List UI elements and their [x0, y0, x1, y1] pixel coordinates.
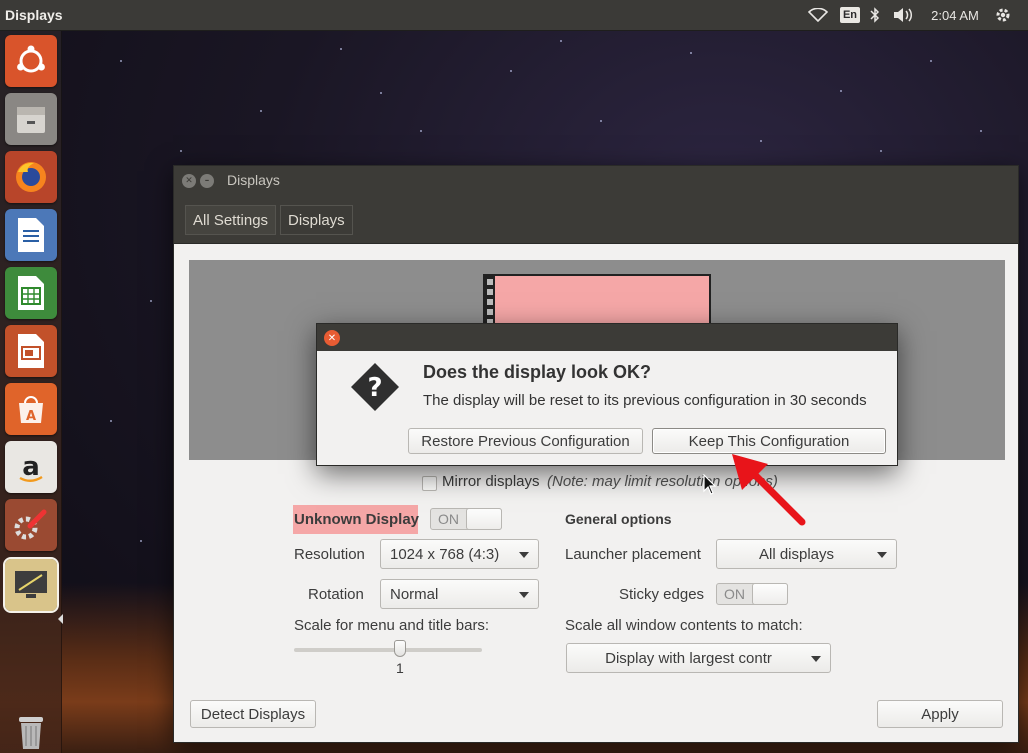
svg-text:?: ? — [367, 373, 382, 403]
impress-icon[interactable] — [5, 325, 57, 377]
mirror-displays-label: Mirror displays — [442, 473, 540, 490]
rotation-value: Normal — [390, 585, 439, 603]
window-title: Displays — [227, 172, 280, 188]
detect-displays-button[interactable]: Detect Displays — [190, 700, 316, 728]
confirm-display-dialog: ✕ ? Does the display look OK? The displa… — [316, 323, 898, 466]
launcher-placement-value: All displays — [758, 545, 835, 563]
display-power-switch[interactable]: ON — [430, 508, 502, 530]
window-toolbar: All Settings Displays — [174, 196, 1018, 244]
launcher-active-indicator — [58, 614, 63, 624]
chevron-down-icon — [519, 592, 529, 598]
system-settings-icon[interactable] — [5, 499, 57, 551]
breadcrumb-displays[interactable]: Displays — [280, 205, 353, 235]
dialog-titlebar: ✕ — [317, 324, 897, 351]
display-power-switch-knob — [466, 508, 502, 530]
gear-icon[interactable] — [992, 5, 1014, 25]
keyboard-layout-label: En — [839, 7, 861, 23]
active-app-title: Displays — [5, 7, 63, 23]
launcher-placement-select[interactable]: All displays — [716, 539, 897, 569]
mouse-cursor-icon — [703, 473, 717, 500]
minimize-window-button[interactable]: – — [200, 174, 214, 188]
dialog-message: The display will be reset to its previou… — [423, 392, 867, 409]
resolution-value: 1024 x 768 (4:3) — [390, 545, 500, 563]
sticky-edges-label: Sticky edges — [619, 586, 705, 603]
question-icon: ? — [350, 362, 400, 416]
clock[interactable]: 2:04 AM — [927, 5, 983, 25]
chevron-down-icon — [811, 656, 821, 662]
calc-icon[interactable] — [5, 267, 57, 319]
files-icon[interactable] — [5, 93, 57, 145]
close-icon[interactable]: ✕ — [324, 330, 340, 346]
ubuntu-dash-icon[interactable] — [5, 35, 57, 87]
breadcrumb-all-settings[interactable]: All Settings — [185, 205, 277, 235]
annotation-arrow-icon — [728, 452, 808, 532]
top-panel: Displays En 2:04 AM — [0, 0, 1028, 31]
displays-icon[interactable] — [3, 557, 59, 613]
bluetooth-icon[interactable] — [867, 5, 883, 25]
scale-all-value: Display with largest contr — [605, 649, 772, 667]
scale-slider-handle[interactable] — [394, 640, 406, 657]
chevron-down-icon — [519, 552, 529, 558]
general-options-heading: General options — [565, 511, 672, 527]
display-power-switch-label: ON — [438, 511, 459, 527]
display-name: Unknown Display — [294, 511, 420, 528]
firefox-icon[interactable] — [5, 151, 57, 203]
sticky-edges-switch[interactable]: ON — [716, 583, 788, 605]
rotation-label: Rotation — [308, 586, 364, 603]
trash-icon[interactable] — [5, 705, 57, 753]
sticky-edges-switch-label: ON — [724, 586, 745, 602]
keep-this-configuration-button[interactable]: Keep This Configuration — [652, 428, 886, 454]
volume-icon[interactable] — [891, 5, 915, 25]
apply-button[interactable]: Apply — [877, 700, 1003, 728]
scale-all-select[interactable]: Display with largest contr — [566, 643, 831, 673]
mirror-displays-checkbox[interactable] — [422, 476, 437, 491]
keyboard-layout-indicator[interactable]: En — [839, 5, 861, 25]
scale-value: 1 — [396, 660, 404, 676]
window-titlebar: ✕ – Displays — [174, 166, 1018, 196]
resolution-select[interactable]: 1024 x 768 (4:3) — [380, 539, 539, 569]
restore-previous-configuration-button[interactable]: Restore Previous Configuration — [408, 428, 643, 454]
dialog-heading: Does the display look OK? — [423, 362, 652, 382]
rotation-select[interactable]: Normal — [380, 579, 539, 609]
scale-slider-track[interactable] — [294, 648, 482, 652]
resolution-label: Resolution — [294, 546, 365, 563]
launcher-placement-label: Launcher placement — [565, 546, 701, 563]
writer-icon[interactable] — [5, 209, 57, 261]
chevron-down-icon — [877, 552, 887, 558]
close-window-button[interactable]: ✕ — [182, 174, 196, 188]
launcher: A a — [0, 31, 63, 753]
sticky-edges-switch-knob — [752, 583, 788, 605]
svg-text:A: A — [26, 409, 36, 424]
scale-label: Scale for menu and title bars: — [294, 617, 490, 634]
software-center-icon[interactable]: A — [5, 383, 57, 435]
wifi-icon[interactable] — [806, 5, 830, 25]
scale-all-label: Scale all window contents to match: — [565, 617, 803, 634]
amazon-icon[interactable]: a — [5, 441, 57, 493]
svg-text:a: a — [22, 452, 40, 482]
